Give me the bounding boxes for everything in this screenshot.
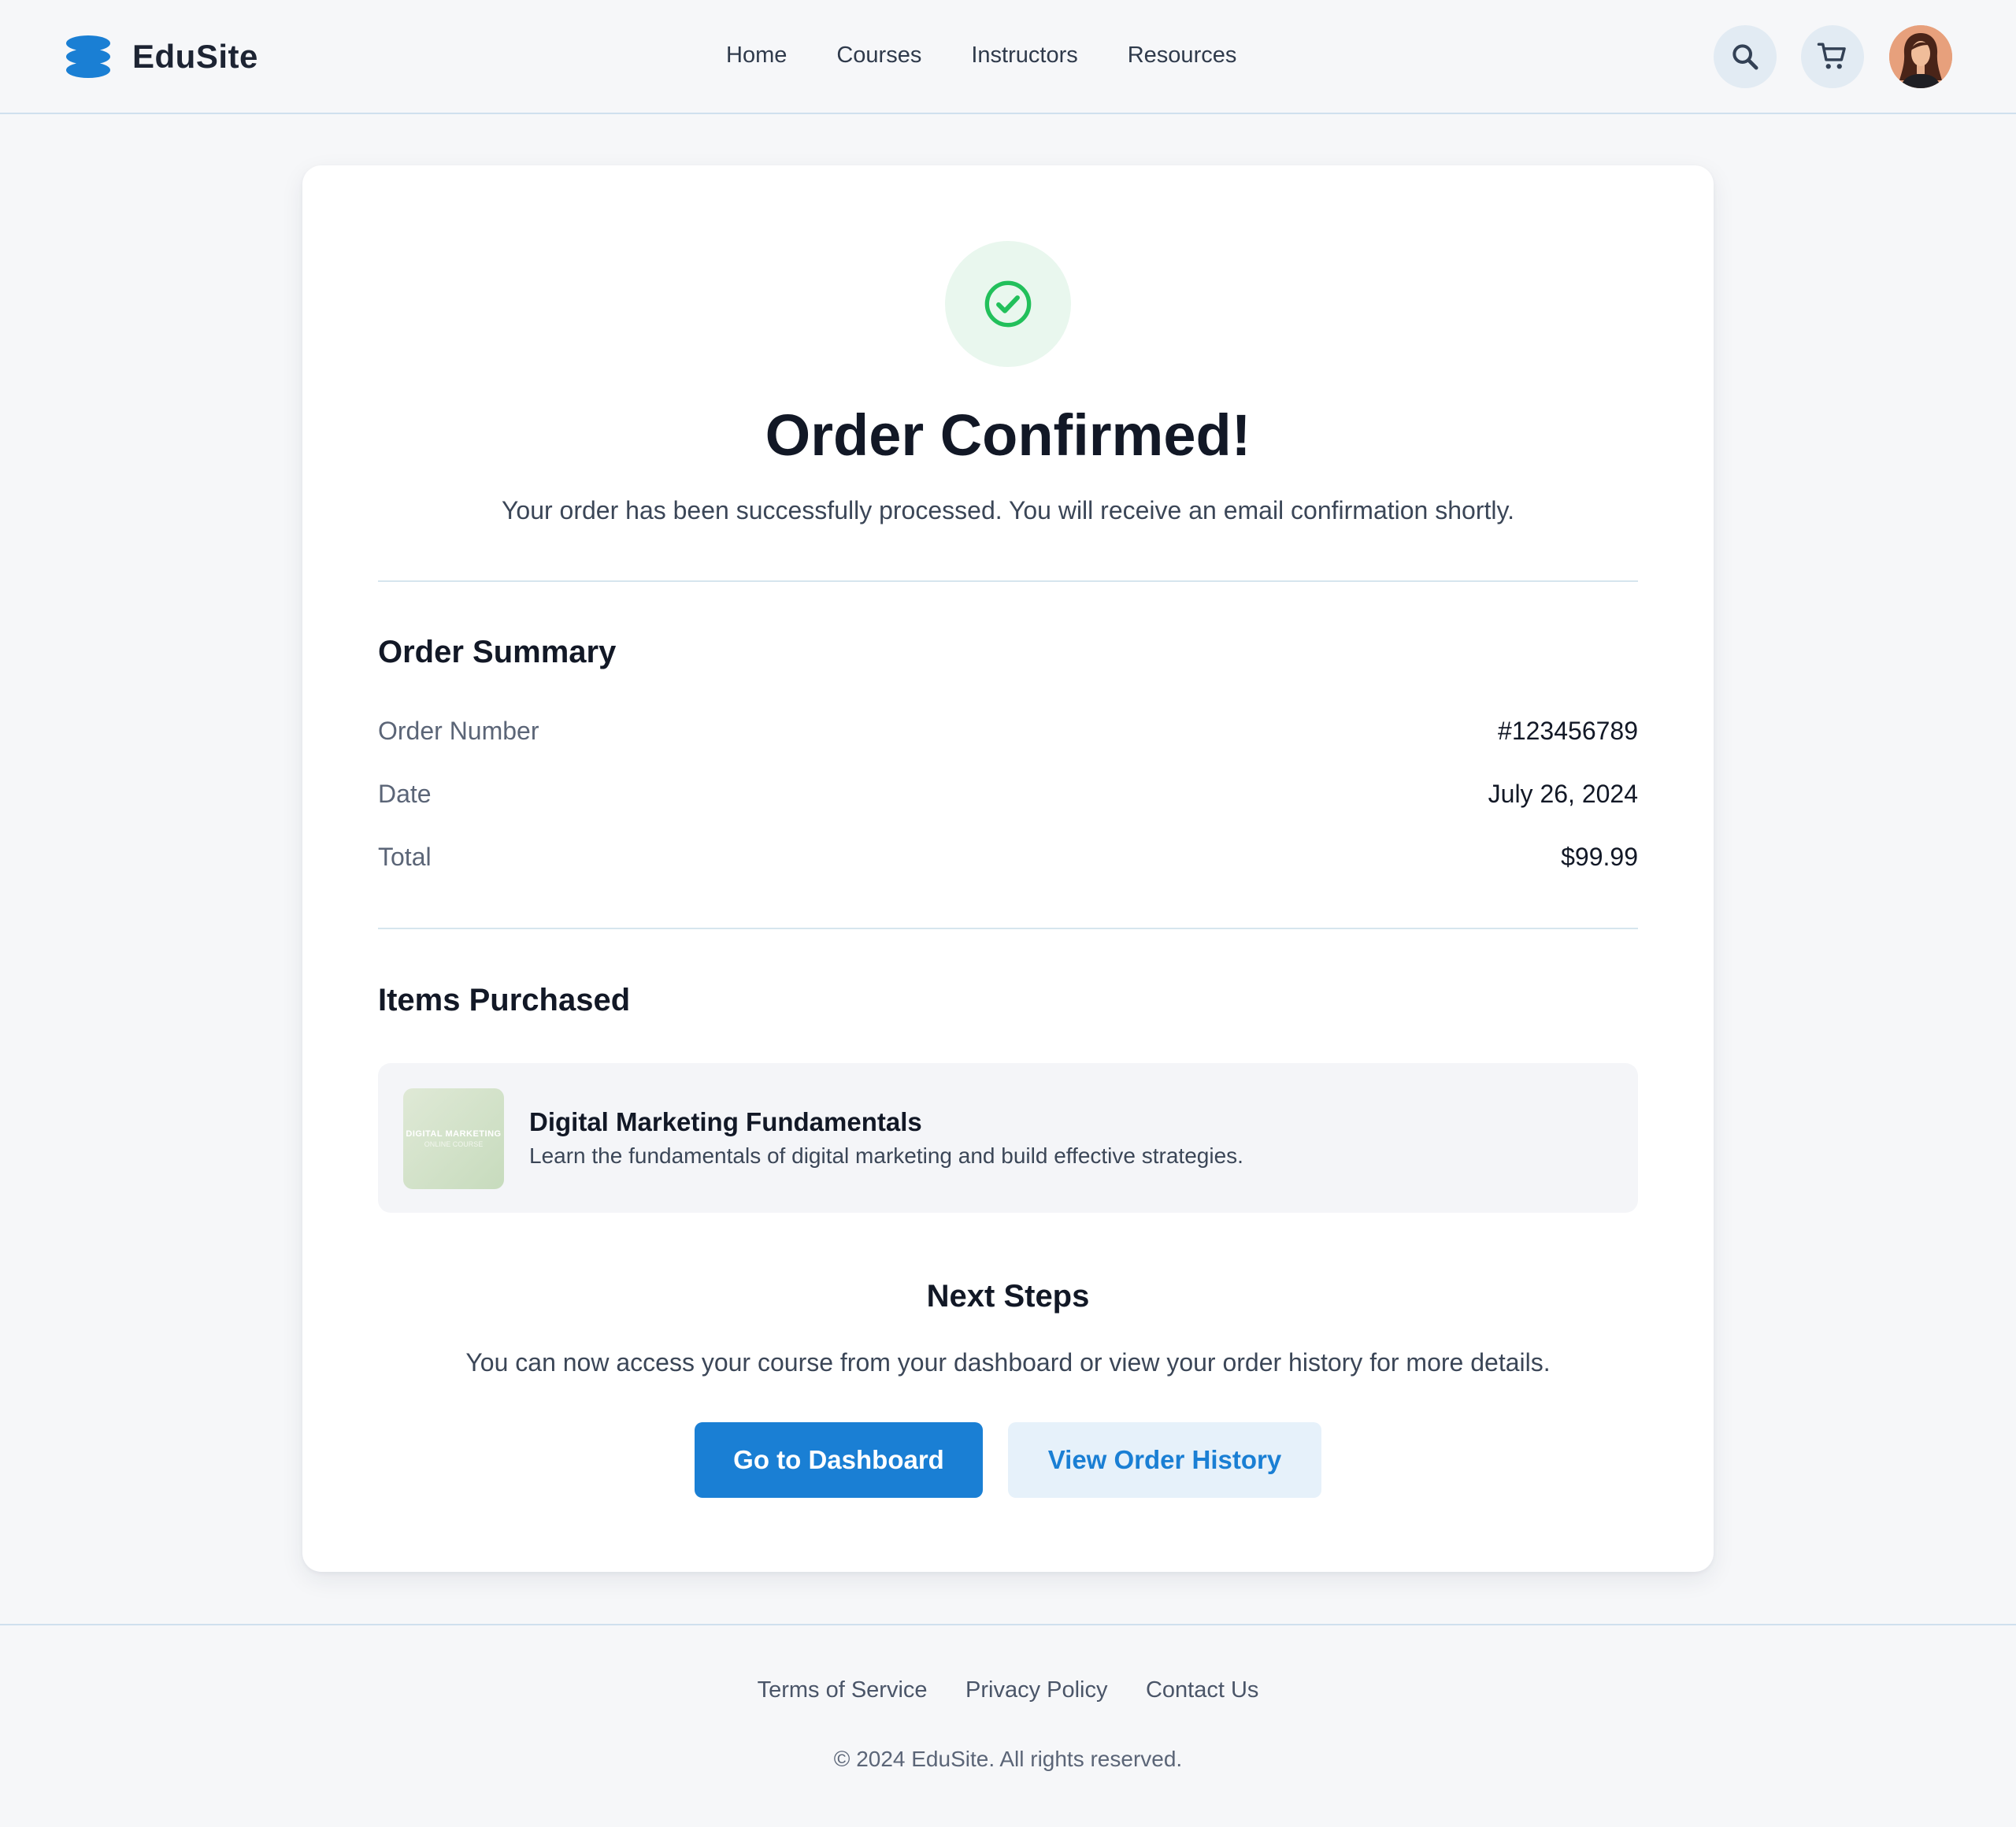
nav-item-resources[interactable]: Resources xyxy=(1128,43,1237,69)
cart-button[interactable] xyxy=(1801,25,1864,88)
cart-icon xyxy=(1817,43,1846,69)
footer-link-privacy[interactable]: Privacy Policy xyxy=(965,1677,1108,1703)
course-thumbnail: DIGITAL MARKETING ONLINE COURSE xyxy=(403,1088,504,1189)
user-avatar[interactable] xyxy=(1889,25,1952,88)
page-title: Order Confirmed! xyxy=(765,402,1251,468)
search-icon xyxy=(1732,44,1758,70)
brand-name: EduSite xyxy=(132,38,258,75)
course-name: Digital Marketing Fundamentals xyxy=(529,1107,922,1136)
thumbnail-subtitle: ONLINE COURSE xyxy=(424,1140,484,1148)
divider xyxy=(378,580,1638,582)
summary-value: $99.99 xyxy=(1561,843,1638,871)
purchased-item[interactable]: DIGITAL MARKETING ONLINE COURSE Digital … xyxy=(378,1063,1638,1213)
summary-label: Total xyxy=(378,843,432,871)
summary-row-date: Date July 26, 2024 xyxy=(378,780,1638,814)
site-header: EduSite Home Courses Instructors Resourc… xyxy=(0,0,2016,114)
footer-divider xyxy=(0,1624,2016,1625)
next-steps-heading: Next Steps xyxy=(926,1279,1090,1314)
footer-link-terms[interactable]: Terms of Service xyxy=(758,1677,928,1703)
divider xyxy=(378,928,1638,929)
items-purchased-heading: Items Purchased xyxy=(378,983,631,1017)
summary-label: Order Number xyxy=(378,717,539,745)
view-order-history-button[interactable]: View Order History xyxy=(1008,1422,1321,1498)
go-to-dashboard-button[interactable]: Go to Dashboard xyxy=(695,1422,983,1498)
footer-link-contact[interactable]: Contact Us xyxy=(1146,1677,1258,1703)
footer-links: Terms of Service Privacy Policy Contact … xyxy=(0,1677,2016,1703)
nav-item-courses[interactable]: Courses xyxy=(836,43,921,69)
summary-row-order-number: Order Number #123456789 xyxy=(378,717,1638,751)
main-nav: Home Courses Instructors Resources xyxy=(726,43,1286,69)
course-description: Learn the fundamentals of digital market… xyxy=(529,1143,1243,1168)
avatar-image xyxy=(1889,25,1952,88)
summary-value: #123456789 xyxy=(1498,717,1638,745)
order-summary-heading: Order Summary xyxy=(378,635,617,669)
success-badge xyxy=(945,241,1071,367)
search-button[interactable] xyxy=(1714,25,1777,88)
summary-label: Date xyxy=(378,780,432,808)
order-confirmation-card: Order Confirmed! Your order has been suc… xyxy=(302,165,1714,1572)
copyright-text: © 2024 EduSite. All rights reserved. xyxy=(833,1747,1183,1771)
confirmation-message: Your order has been successfully process… xyxy=(502,496,1514,524)
summary-value: July 26, 2024 xyxy=(1488,780,1638,808)
thumbnail-title: DIGITAL MARKETING xyxy=(406,1129,502,1139)
nav-item-home[interactable]: Home xyxy=(726,43,787,69)
brand-logo[interactable]: EduSite xyxy=(66,35,258,79)
summary-row-total: Total $99.99 xyxy=(378,843,1638,877)
logo-icon xyxy=(66,35,110,79)
next-steps-text: You can now access your course from your… xyxy=(465,1348,1551,1377)
nav-item-instructors[interactable]: Instructors xyxy=(971,43,1077,69)
check-circle-icon xyxy=(984,280,1032,328)
